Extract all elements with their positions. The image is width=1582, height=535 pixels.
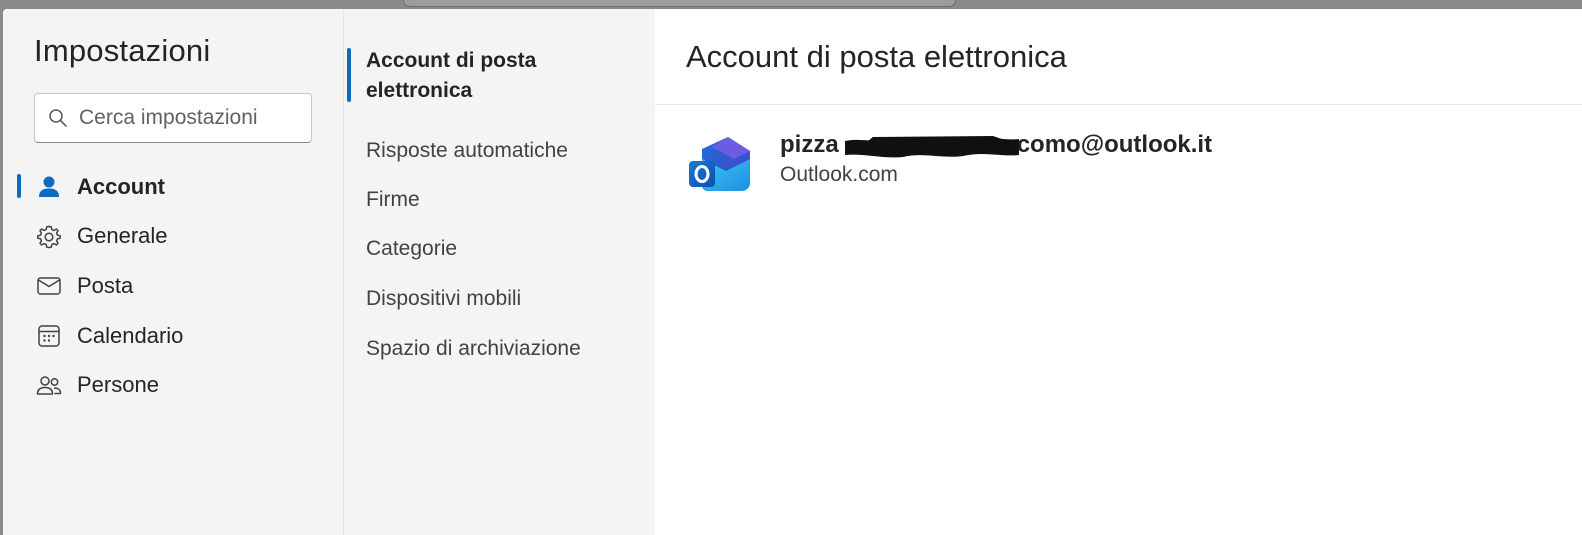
page-title: Account di posta elettronica xyxy=(686,39,1067,74)
subnav-item-spazio-archiviazione[interactable]: Spazio di archiviazione xyxy=(344,324,656,374)
background-strip xyxy=(0,0,1582,9)
search-box[interactable] xyxy=(34,93,312,143)
search-input[interactable] xyxy=(79,94,307,142)
subnav-item-label: Dispositivi mobili xyxy=(366,286,522,310)
settings-window: Impostazioni Account xyxy=(3,9,1582,535)
gear-icon xyxy=(37,225,61,248)
subnav-item-dispositivi-mobili[interactable]: Dispositivi mobili xyxy=(344,274,656,324)
subnav-item-firme[interactable]: Firme xyxy=(344,175,656,225)
sidebar-item-calendario[interactable]: Calendario xyxy=(3,311,343,361)
calendar-icon xyxy=(38,325,60,347)
sidebar-item-label: Generale xyxy=(77,223,168,249)
sidebar-item-persone[interactable]: Persone xyxy=(3,360,343,410)
subnav-item-label: Risposte automatiche xyxy=(366,138,568,162)
subnav-item-label: Firme xyxy=(366,187,420,211)
subnav-item-label: Categorie xyxy=(366,237,458,261)
person-icon xyxy=(39,176,59,197)
selection-indicator xyxy=(347,48,351,102)
subnav-item-label: Account di posta elettronica xyxy=(366,49,537,102)
sidebar-item-label: Calendario xyxy=(77,322,184,348)
people-icon xyxy=(36,376,62,396)
divider xyxy=(655,104,1582,105)
settings-content: Account di posta elettronica pizza como@… xyxy=(655,9,1582,535)
sidebar-item-label: Persone xyxy=(77,372,159,398)
settings-subnav: Account di posta elettronica Risposte au… xyxy=(343,9,655,535)
account-row[interactable]: pizza como@outlook.it Outlook.com xyxy=(688,131,1388,201)
subnav-list: Account di posta elettronica Risposte au… xyxy=(344,45,656,373)
settings-sidebar: Impostazioni Account xyxy=(3,9,343,535)
selection-indicator xyxy=(17,174,21,198)
sidebar-item-label: Account xyxy=(77,173,165,199)
search-icon xyxy=(49,109,67,127)
subnav-item-categorie[interactable]: Categorie xyxy=(344,225,656,275)
settings-nav: Account Generale Posta Calendario Person… xyxy=(3,162,343,410)
sidebar-item-generale[interactable]: Generale xyxy=(3,212,343,262)
account-email-prefix: pizza xyxy=(780,131,839,158)
redaction-mark xyxy=(845,136,1019,158)
background-window-tab xyxy=(403,0,956,7)
sidebar-item-posta[interactable]: Posta xyxy=(3,261,343,311)
mail-icon xyxy=(37,277,61,295)
sidebar-item-label: Posta xyxy=(77,272,134,298)
account-type: Outlook.com xyxy=(780,163,898,186)
account-email-suffix: como@outlook.it xyxy=(1016,131,1213,158)
settings-title: Impostazioni xyxy=(34,33,211,68)
subnav-item-account-di-posta[interactable]: Account di posta elettronica xyxy=(344,45,656,126)
outlook-logo-icon xyxy=(689,137,750,191)
subnav-item-risposte-automatiche[interactable]: Risposte automatiche xyxy=(344,126,656,175)
subnav-item-label: Spazio di archiviazione xyxy=(366,336,581,360)
sidebar-item-account[interactable]: Account xyxy=(3,162,343,212)
